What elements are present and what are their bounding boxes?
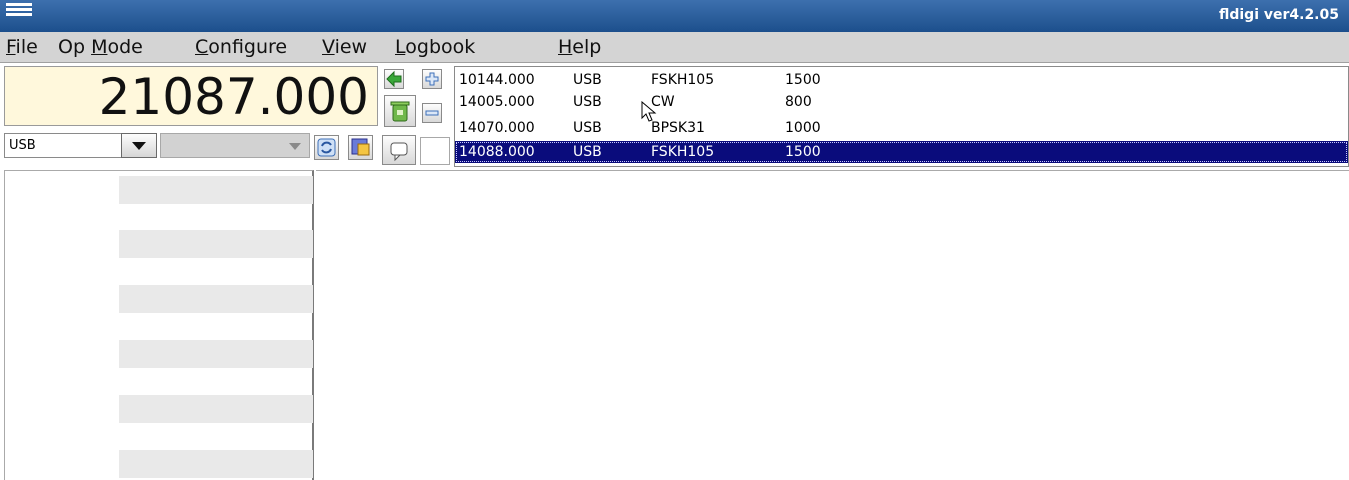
- comment-icon: [390, 142, 408, 162]
- bandwidth-select[interactable]: [160, 133, 310, 158]
- note-field[interactable]: [420, 137, 450, 165]
- browser-row[interactable]: [119, 450, 313, 478]
- menu-configure[interactable]: Configure: [195, 36, 287, 58]
- menu-op-mode[interactable]: Op Mode: [58, 36, 143, 58]
- browser-row[interactable]: [119, 176, 313, 204]
- list-item[interactable]: 14070.000 USB BPSK31 1000: [455, 117, 1348, 139]
- list-item[interactable]: 10144.000 USB FSKH105 1500: [455, 69, 1348, 91]
- menu-file[interactable]: File: [6, 36, 38, 58]
- browser-row[interactable]: [119, 230, 313, 258]
- freq-back-button[interactable]: [384, 69, 404, 89]
- menu-bar: File Op Mode Configure View Logbook Help: [0, 32, 1349, 63]
- refresh-button[interactable]: [314, 135, 339, 160]
- receive-text-area[interactable]: [316, 170, 1349, 480]
- browser-row[interactable]: [119, 340, 313, 368]
- memory-button[interactable]: [348, 135, 373, 160]
- freq-delete-button[interactable]: [384, 95, 416, 127]
- left-arrow-icon: [386, 70, 402, 88]
- plus-icon: [425, 72, 439, 86]
- window-menu-icon[interactable]: [6, 3, 32, 16]
- minus-icon: [425, 110, 439, 116]
- mouse-cursor-icon: [641, 101, 657, 122]
- freq-remove-button[interactable]: [422, 103, 442, 123]
- refresh-icon: [317, 138, 336, 157]
- frequency-display[interactable]: 21087.000: [4, 66, 378, 126]
- menu-help[interactable]: Help: [558, 36, 601, 58]
- list-item-selected[interactable]: 14088.000 USB FSKH105 1500: [455, 141, 1348, 163]
- frequency-list[interactable]: 10144.000 USB FSKH105 1500 14005.000 USB…: [454, 66, 1349, 167]
- browser-row[interactable]: [119, 395, 313, 423]
- signal-browser-panel[interactable]: [4, 170, 314, 480]
- list-item[interactable]: 14005.000 USB CW 800: [455, 91, 1348, 113]
- mode-select[interactable]: USB: [4, 133, 122, 158]
- title-bar[interactable]: fldigi ver4.2.05: [0, 0, 1349, 32]
- memory-icon: [351, 138, 370, 156]
- trash-icon: [390, 101, 410, 122]
- chevron-down-icon: [132, 142, 146, 150]
- chevron-down-icon: [289, 143, 301, 150]
- freq-add-button[interactable]: [422, 69, 442, 89]
- browser-row[interactable]: [119, 285, 313, 313]
- mode-dropdown-button[interactable]: [121, 133, 157, 158]
- comment-button[interactable]: [382, 135, 416, 165]
- menu-logbook[interactable]: Logbook: [395, 36, 475, 58]
- window-title: fldigi ver4.2.05: [1218, 7, 1339, 23]
- menu-view[interactable]: View: [322, 36, 367, 58]
